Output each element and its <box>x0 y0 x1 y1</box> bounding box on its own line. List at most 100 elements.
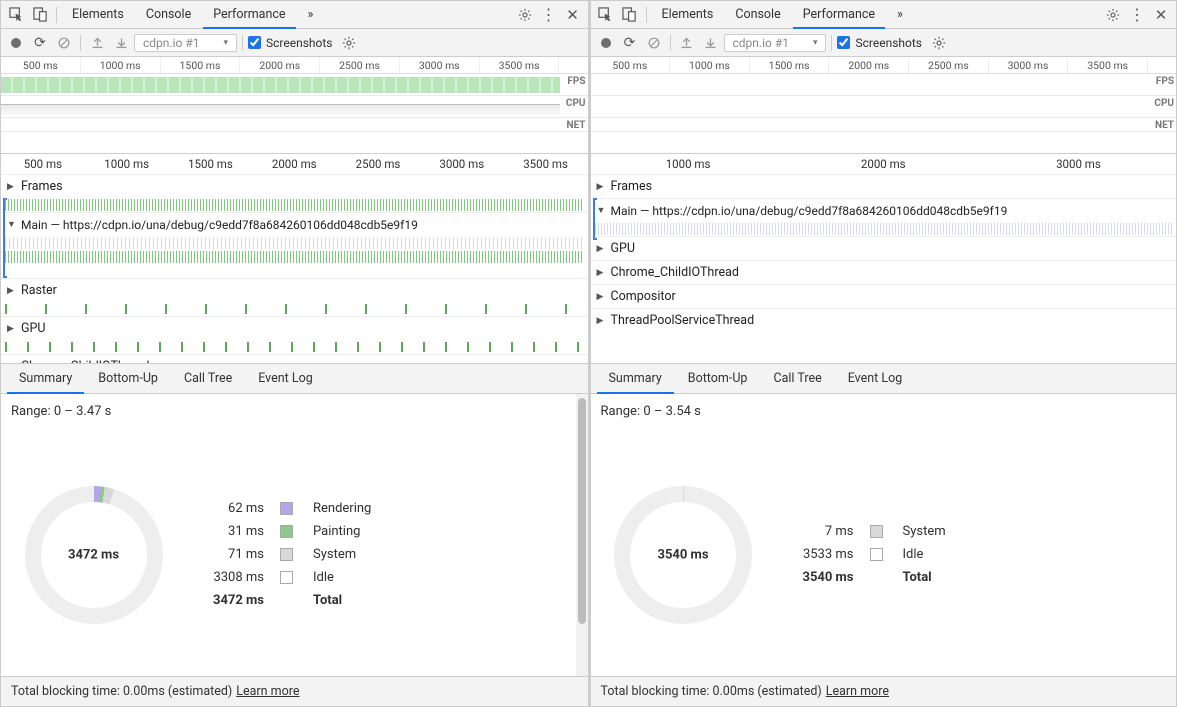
legend-row: 31 msPainting <box>202 520 379 543</box>
scrollbar[interactable] <box>576 394 588 676</box>
recording-selector[interactable]: cdpn.io #1 ▾ <box>134 34 237 52</box>
overview-ruler[interactable]: 500 ms 1000 ms 1500 ms 2000 ms 2500 ms 3… <box>591 57 1177 74</box>
legend-total: 3540 msTotal <box>792 566 954 589</box>
summary-legend: 7 msSystem 3533 msIdle 3540 msTotal <box>792 520 954 589</box>
tab-call-tree[interactable]: Call Tree <box>761 364 833 394</box>
chevron-down-icon: ▾ <box>223 38 228 48</box>
tab-bottom-up[interactable]: Bottom-Up <box>86 364 170 394</box>
reload-icon[interactable]: ⟳ <box>29 32 51 54</box>
legend-row: 62 msRendering <box>202 497 379 520</box>
track-main[interactable]: ▼Main — https://cdpn.io/una/debug/c9edd7… <box>1 212 588 236</box>
record-button[interactable] <box>595 32 617 54</box>
blocking-time: Total blocking time: 0.00ms (estimated) <box>601 684 822 699</box>
tab-event-log[interactable]: Event Log <box>246 364 325 394</box>
overview-fps-row: FPS <box>1 74 588 96</box>
overview-net-row: NET <box>1 118 588 132</box>
recording-url: cdpn.io #1 <box>733 36 789 50</box>
inspect-icon[interactable] <box>5 4 27 26</box>
summary-pane: Range: 0 – 3.54 s 3540 ms 7 msSystem 353… <box>591 394 1177 676</box>
legend-row: 3533 msIdle <box>792 543 954 566</box>
donut-total: 3472 ms <box>68 547 119 562</box>
perf-toolbar: ⟳ cdpn.io #1 ▾ Screenshots <box>1 29 588 57</box>
overview-pane[interactable]: FPS CPU NET <box>1 74 588 154</box>
blocking-time: Total blocking time: 0.00ms (estimated) <box>11 684 232 699</box>
recording-url: cdpn.io #1 <box>143 36 199 50</box>
tab-call-tree[interactable]: Call Tree <box>172 364 244 394</box>
legend-row: 7 msSystem <box>792 520 954 543</box>
recording-selector[interactable]: cdpn.io #1 ▾ <box>724 34 827 52</box>
legend-row: 3308 msIdle <box>202 566 379 589</box>
summary-tabstrip: Summary Bottom-Up Call Tree Event Log <box>591 364 1177 394</box>
track-gpu[interactable]: ▶GPU <box>1 316 588 340</box>
device-toggle-icon[interactable] <box>619 4 641 26</box>
clear-icon[interactable] <box>643 32 665 54</box>
capture-settings-gear-icon[interactable] <box>338 32 360 54</box>
summary-legend: 62 msRendering 31 msPainting 71 msSystem… <box>202 497 379 612</box>
track-childio[interactable]: ▶Chrome_ChildIOThread <box>1 354 588 364</box>
summary-footer: Total blocking time: 0.00ms (estimated) … <box>591 676 1177 706</box>
legend-row: 71 msSystem <box>202 543 379 566</box>
overview-ruler[interactable]: 500 ms 1000 ms 1500 ms 2000 ms 2500 ms 3… <box>1 57 588 74</box>
screenshots-checkbox[interactable] <box>837 36 850 49</box>
summary-range: Range: 0 – 3.54 s <box>591 394 1177 419</box>
overview-cpu-row: CPU <box>1 96 588 118</box>
flame-chart[interactable]: 1000 ms 2000 ms 3000 ms ▶Frames ▼Main — … <box>591 154 1177 364</box>
track-compositor[interactable]: ▶Compositor <box>591 284 1177 308</box>
learn-more-link[interactable]: Learn more <box>826 684 889 699</box>
summary-pane: Range: 0 – 3.47 s 3472 ms 62 msRendering… <box>1 394 588 676</box>
close-icon[interactable]: ✕ <box>562 4 584 26</box>
tab-elements[interactable]: Elements <box>62 1 134 29</box>
chevron-down-icon: ▾ <box>813 38 818 48</box>
tab-summary[interactable]: Summary <box>7 364 84 394</box>
screenshots-checkbox[interactable] <box>248 36 261 49</box>
track-main[interactable]: ▼Main — https://cdpn.io/una/debug/c9edd7… <box>591 198 1177 222</box>
summary-donut: 3472 ms <box>21 482 166 627</box>
tab-console[interactable]: Console <box>725 1 790 29</box>
capture-settings-gear-icon[interactable] <box>928 32 950 54</box>
overview-net-row: NET <box>591 118 1177 132</box>
track-ruler[interactable]: 500 ms 1000 ms 1500 ms 2000 ms 2500 ms 3… <box>1 154 588 174</box>
track-frames[interactable]: ▶Frames <box>591 174 1177 198</box>
learn-more-link[interactable]: Learn more <box>236 684 299 699</box>
tab-bottom-up[interactable]: Bottom-Up <box>676 364 760 394</box>
overview-pane[interactable]: FPS CPU NET <box>591 74 1177 154</box>
gear-icon[interactable] <box>1102 4 1124 26</box>
close-icon[interactable]: ✕ <box>1150 4 1172 26</box>
upload-icon[interactable] <box>86 32 108 54</box>
download-icon[interactable] <box>110 32 132 54</box>
track-ruler[interactable]: 1000 ms 2000 ms 3000 ms <box>591 154 1177 174</box>
kebab-icon[interactable]: ⋮ <box>538 4 560 26</box>
reload-icon[interactable]: ⟳ <box>619 32 641 54</box>
inspect-icon[interactable] <box>595 4 617 26</box>
track-childio[interactable]: ▶Chrome_ChildIOThread <box>591 260 1177 284</box>
tab-more[interactable]: » <box>298 1 324 29</box>
summary-range: Range: 0 – 3.47 s <box>1 394 588 419</box>
tab-more[interactable]: » <box>887 1 913 29</box>
tab-performance[interactable]: Performance <box>793 1 885 29</box>
tab-elements[interactable]: Elements <box>652 1 724 29</box>
tab-strip: Elements Console Performance » ⋮ ✕ <box>591 1 1177 29</box>
track-threadpool[interactable]: ▶ThreadPoolServiceThread <box>591 308 1177 332</box>
track-raster[interactable]: ▶Raster <box>1 278 588 302</box>
track-frames[interactable]: ▶Frames <box>1 174 588 198</box>
summary-tabstrip: Summary Bottom-Up Call Tree Event Log <box>1 364 588 394</box>
overview-cpu-row: CPU <box>591 96 1177 118</box>
tab-summary[interactable]: Summary <box>597 364 674 394</box>
download-icon[interactable] <box>700 32 722 54</box>
summary-footer: Total blocking time: 0.00ms (estimated) … <box>1 676 588 706</box>
flame-chart[interactable]: 500 ms 1000 ms 1500 ms 2000 ms 2500 ms 3… <box>1 154 588 364</box>
gear-icon[interactable] <box>514 4 536 26</box>
devtools-right-panel: Elements Console Performance » ⋮ ✕ ⟳ cdp… <box>589 0 1177 707</box>
legend-total: 3472 msTotal <box>202 589 379 612</box>
kebab-icon[interactable]: ⋮ <box>1126 4 1148 26</box>
upload-icon[interactable] <box>676 32 698 54</box>
record-button[interactable] <box>5 32 27 54</box>
track-gpu[interactable]: ▶GPU <box>591 236 1177 260</box>
donut-total: 3540 ms <box>657 547 708 562</box>
tab-event-log[interactable]: Event Log <box>836 364 915 394</box>
devtools-left-panel: Elements Console Performance » ⋮ ✕ ⟳ cdp… <box>0 0 589 707</box>
device-toggle-icon[interactable] <box>29 4 51 26</box>
tab-performance[interactable]: Performance <box>203 1 295 29</box>
tab-console[interactable]: Console <box>136 1 201 29</box>
clear-icon[interactable] <box>53 32 75 54</box>
